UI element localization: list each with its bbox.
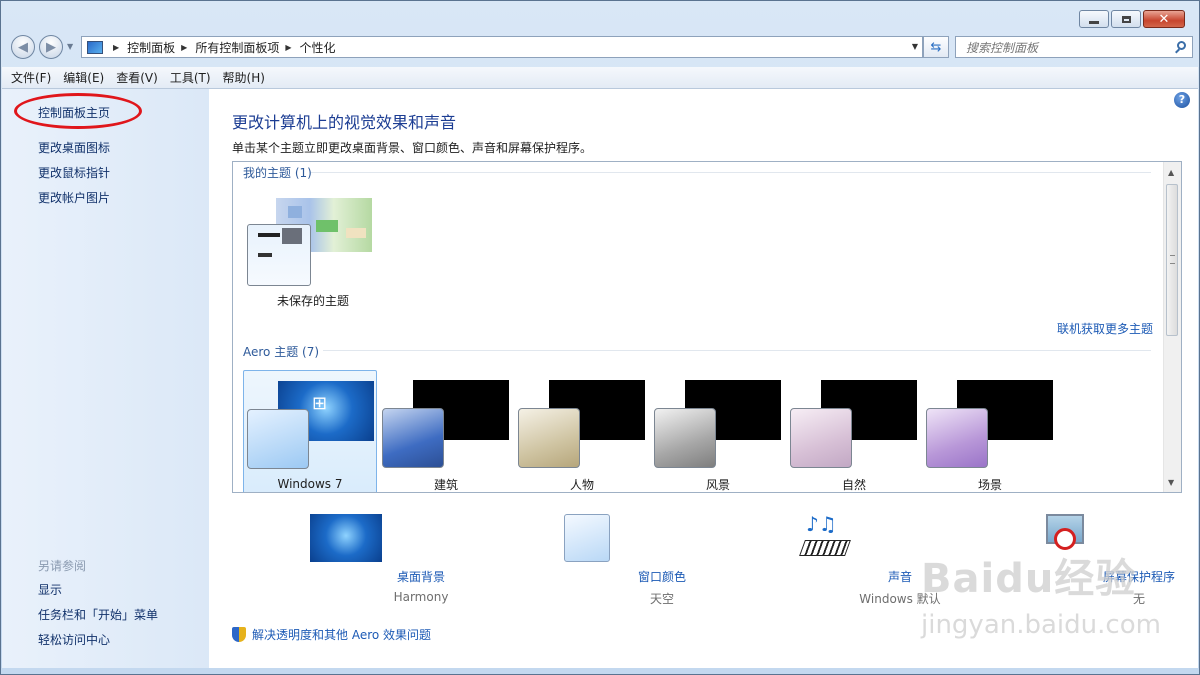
menu-edit[interactable]: 编辑(E) [63,69,104,86]
maximize-button[interactable] [1111,10,1141,28]
scroll-up-icon[interactable]: ▲ [1168,168,1174,177]
troubleshoot-aero-link[interactable]: 解决透明度和其他 Aero 效果问题 [232,626,431,643]
search-icon[interactable] [1177,41,1186,50]
theme-item-nature[interactable]: 自然 [787,370,921,492]
setting-value: 天空 [649,592,674,606]
window-controls: ✕ [1079,10,1185,28]
scrollbar-thumb[interactable] [1166,184,1178,336]
minimize-button[interactable] [1079,10,1109,28]
close-button[interactable]: ✕ [1143,10,1185,28]
theme-item-scenes[interactable]: 场景 [923,370,1057,492]
theme-name: 场景 [977,478,1002,492]
desktop-background-icon [310,514,382,562]
breadcrumb-all-items[interactable]: 所有控制面板项 ▶ [195,39,299,56]
theme-name: 人物 [569,478,594,492]
window-color-icon [564,514,610,562]
theme-list: 我的主题 (1) 未保存的主题 联机获取更多主题 Aero 主题 (7) ⊞ W… [232,161,1182,493]
scroll-down-icon[interactable]: ▼ [1168,478,1174,487]
forward-button[interactable]: ▶ [39,35,63,59]
theme-name: Windows 7 [277,477,343,491]
menu-bar: 文件(F) 编辑(E) 查看(V) 工具(T) 帮助(H) [2,67,1198,89]
task-control-panel-home[interactable]: 控制面板主页 [38,104,110,121]
setting-value: Windows 默认 [859,592,941,606]
troubleshoot-text: 解决透明度和其他 Aero 效果问题 [252,628,432,642]
see-also-taskbar-start-menu[interactable]: 任务栏和「开始」菜单 [38,606,158,623]
aero-themes-group-label: Aero 主题 (7) [243,345,320,359]
theme-list-scrollbar[interactable]: ▲ ▼ [1163,162,1181,492]
my-themes-group-label: 我的主题 (1) [243,166,312,180]
setting-value: 无 [1132,592,1145,606]
theme-name: 建筑 [433,478,458,492]
task-pane: 控制面板主页 更改桌面图标 更改鼠标指针 更改帐户图片 另请参阅 显示 任务栏和… [2,89,209,668]
control-panel-icon [87,40,103,54]
setting-title: 桌面背景 [396,570,445,584]
back-arrow-icon: ◀ [18,39,28,55]
search-box[interactable] [955,36,1193,58]
window-preview [382,408,444,468]
theme-name: 自然 [841,478,866,492]
maximize-icon [1121,15,1131,23]
get-more-themes-link[interactable]: 联机获取更多主题 [1057,320,1153,337]
window-preview [790,408,852,468]
window-preview [518,408,580,468]
address-bar[interactable]: ▶ 控制面板 ▶ 所有控制面板项 ▶ 个性化 ▼ [81,36,923,58]
windows-logo-icon: ⊞ [312,393,328,414]
theme-item-unsaved[interactable]: 未保存的主题 [247,198,372,308]
screen-saver-icon [1042,514,1086,558]
minimize-icon [1089,20,1099,24]
breadcrumb-personalization[interactable]: 个性化 [300,39,336,56]
see-also-heading: 另请参阅 [38,559,87,573]
group-divider [311,172,1151,173]
menu-help[interactable]: 帮助(H) [223,69,265,86]
theme-name: 风景 [705,478,730,492]
breadcrumb-control-panel[interactable]: 控制面板 ▶ [127,39,195,56]
menu-tools[interactable]: 工具(T) [170,69,211,86]
refresh-button[interactable]: ⇆ [923,36,949,58]
see-also-display[interactable]: 显示 [38,581,62,598]
back-button[interactable]: ◀ [11,35,35,59]
menu-file[interactable]: 文件(F) [11,69,51,86]
group-divider [323,350,1151,351]
setting-title: 声音 [887,570,912,584]
forward-arrow-icon: ▶ [46,39,56,55]
theme-item-characters[interactable]: 人物 [515,370,649,492]
setting-title: 窗口颜色 [637,570,686,584]
search-input[interactable] [964,38,1168,58]
page-description: 单击某个主题立即更改桌面背景、窗口颜色、声音和屏幕保护程序。 [232,141,593,155]
theme-item-architecture[interactable]: 建筑 [379,370,513,492]
help-icon[interactable]: ? [1174,92,1190,108]
content-pane: ? 更改计算机上的视觉效果和声音 单击某个主题立即更改桌面背景、窗口颜色、声音和… [209,89,1198,668]
task-change-desktop-icons[interactable]: 更改桌面图标 [38,139,110,156]
setting-value: Harmony [393,590,449,604]
task-change-account-picture[interactable]: 更改帐户图片 [38,189,110,206]
setting-title: 屏幕保护程序 [1102,570,1175,584]
navigation-bar: ◀ ▶ ▼ ▶ 控制面板 ▶ 所有控制面板项 ▶ 个性化 ▼ ⇆ [9,34,1193,60]
unsaved-theme-label: 未保存的主题 [276,294,349,308]
task-change-mouse-pointers[interactable]: 更改鼠标指针 [38,164,110,181]
close-icon: ✕ [1158,11,1170,27]
refresh-icon: ⇆ [930,39,942,55]
unsaved-theme-thumbnail [247,198,372,290]
breadcrumb-separator[interactable]: ▶ [107,43,127,52]
address-dropdown-icon[interactable]: ▼ [912,42,918,51]
see-also-ease-of-access[interactable]: 轻松访问中心 [38,631,110,648]
page-title: 更改计算机上的视觉效果和声音 [232,113,457,132]
personalization-window: ✕ ◀ ▶ ▼ ▶ 控制面板▶ 所有控制面板项▶ 个性化 ▼ ⇆ 文件(F) 编… [0,0,1200,675]
uac-shield-icon [232,627,246,642]
theme-item-landscapes[interactable]: 风景 [651,370,785,492]
theme-item-windows7[interactable]: ⊞ Windows 7 [243,370,377,492]
recent-pages-dropdown-icon[interactable]: ▼ [67,42,73,51]
window-preview [247,409,309,469]
window-preview [926,408,988,468]
window-preview [654,408,716,468]
menu-view[interactable]: 查看(V) [116,69,158,86]
sounds-icon: ♪♫ [799,512,851,562]
